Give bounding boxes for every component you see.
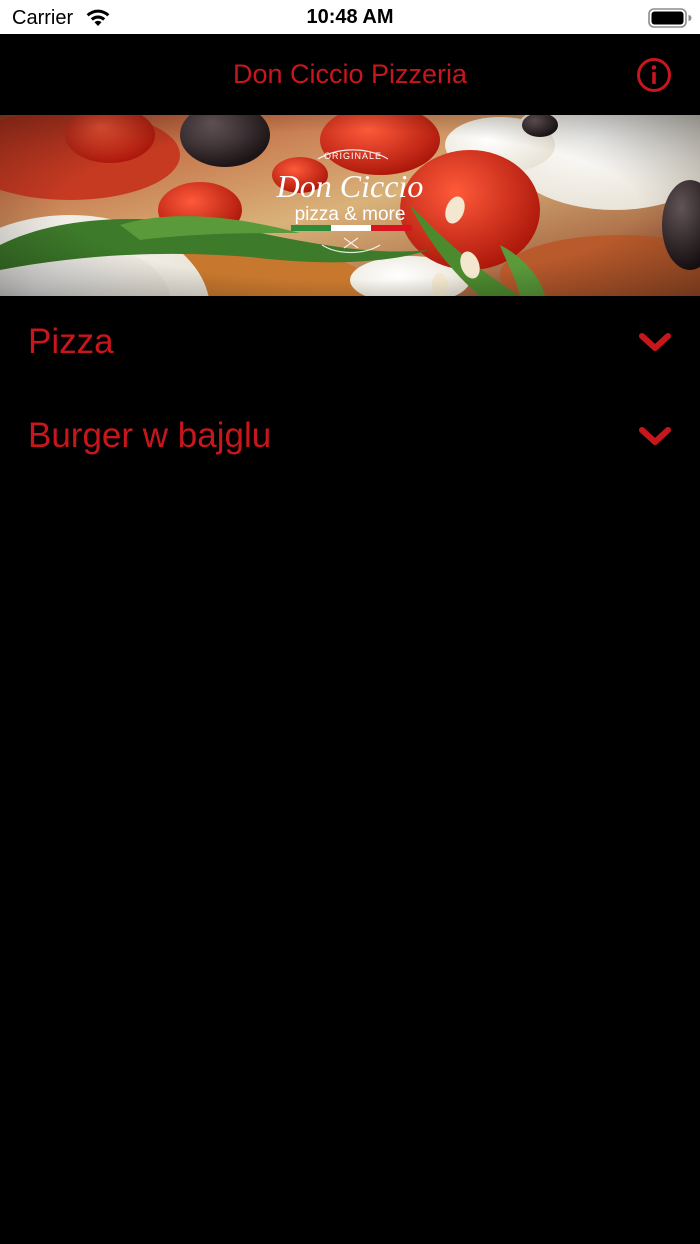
svg-text:ORIGINALE: ORIGINALE [324, 151, 382, 161]
menu-category-label: Burger w bajglu [28, 416, 272, 455]
page-title: Don Ciccio Pizzeria [232, 59, 468, 89]
clock: 10:48 AM [306, 6, 394, 28]
pizza-banner-image: ORIGINALE Don Ciccio pizza & more [0, 115, 700, 296]
svg-text:pizza & more: pizza & more [295, 204, 406, 225]
status-bar: Carrier 10:48 AM [0, 0, 700, 34]
info-icon[interactable] [636, 57, 672, 93]
hero-banner: ORIGINALE Don Ciccio pizza & more [0, 115, 700, 296]
battery-icon [648, 8, 692, 28]
menu-category-list: Pizza Burger w bajglu [0, 296, 700, 484]
menu-category-burger[interactable]: Burger w bajglu [0, 390, 700, 484]
chevron-down-icon[interactable] [638, 426, 672, 448]
menu-category-pizza[interactable]: Pizza [0, 296, 700, 390]
navigation-bar: Don Ciccio Pizzeria [0, 34, 700, 115]
svg-text:Don Ciccio: Don Ciccio [276, 168, 424, 204]
menu-category-label: Pizza [28, 322, 114, 361]
chevron-down-icon[interactable] [638, 332, 672, 354]
